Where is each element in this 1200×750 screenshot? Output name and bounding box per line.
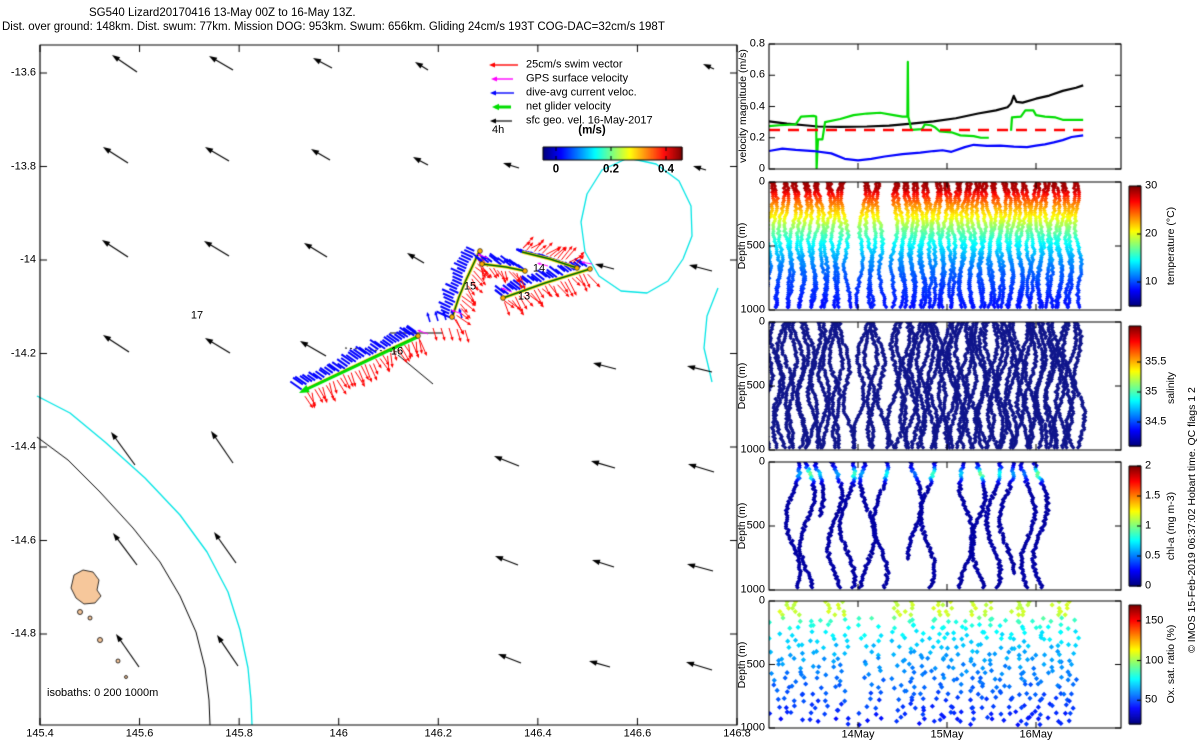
chl-colorbar-tick: 2 xyxy=(1145,459,1152,472)
chl-ytick-label: 500 xyxy=(746,519,765,532)
temperature-colorbar-tick: 10 xyxy=(1145,275,1158,288)
glider-mission-figure: SG540 Lizard20170416 13-May 00Z to 16-Ma… xyxy=(0,0,1200,750)
salinity-colorbar-tick: 34.5 xyxy=(1145,415,1167,428)
salinity-colorbar-tick: 35.5 xyxy=(1145,355,1167,368)
figure-canvas xyxy=(0,0,1200,750)
chl-ylabel: Depth (m) xyxy=(735,502,748,550)
dive-number-label: 16 xyxy=(390,345,404,358)
temperature-ylabel: Depth (m) xyxy=(735,222,748,270)
oxsat-colorbar-tick: 100 xyxy=(1145,654,1164,667)
temperature-colorbar-label: temperature (°C) xyxy=(1164,206,1177,286)
credit-vertical-text: © IMOS 15-Feb-2019 06:37:02 Hobart time.… xyxy=(1185,387,1198,653)
oxsat-colorbar-label: Ox. sat. ratio (%) xyxy=(1164,624,1177,704)
legend-entry-label: 25cm/s swim vector xyxy=(526,58,623,71)
dive-number-label: 13 xyxy=(517,290,531,303)
chl-colorbar-tick: 1.5 xyxy=(1145,489,1161,502)
figure-title: SG540 Lizard20170416 13-May 00Z to 16-Ma… xyxy=(89,7,356,19)
legend-duration-label: 4h xyxy=(492,124,505,136)
chl-colorbar-label: chl-a (mg m-3) xyxy=(1164,491,1177,561)
map-ytick-label: -14.8 xyxy=(10,627,36,640)
chl-colorbar-tick: 1 xyxy=(1145,519,1152,532)
temperature-ytick-label: 0 xyxy=(758,175,765,188)
legend-entry-label: GPS surface velocity xyxy=(526,72,629,85)
salinity-colorbar-tick: 35 xyxy=(1145,385,1158,398)
map-xtick-label: 146 xyxy=(329,727,348,740)
map-colorbar-tick-label: 0.2 xyxy=(603,163,619,176)
date-tick-label: 15May xyxy=(930,728,964,741)
map-ytick-label: -13.6 xyxy=(10,66,36,79)
isobaths-note: isobaths: 0 200 1000m xyxy=(47,687,159,699)
oxsat-ylabel: Depth (m) xyxy=(735,641,748,688)
map-ytick-label: -14.4 xyxy=(10,440,36,453)
temperature-colorbar-tick: 20 xyxy=(1145,227,1158,240)
map-ytick-label: -13.8 xyxy=(10,160,36,172)
map-colorbar-title: (m/s) xyxy=(578,124,606,137)
chl-colorbar-tick: 0 xyxy=(1145,579,1152,592)
map-xtick-label: 146.4 xyxy=(524,727,552,740)
legend-entry-label: sfc geo. vel. 16-May-2017 xyxy=(526,114,653,127)
map-xtick-label: 145.4 xyxy=(26,727,54,740)
dive-number-label: 15 xyxy=(463,280,477,293)
velocity-ytick-label: 0.4 xyxy=(749,100,765,112)
salinity-ytick-label: 500 xyxy=(746,379,765,392)
oxsat-colorbar-tick: 50 xyxy=(1145,693,1158,706)
velocity-ytick-label: 0 xyxy=(758,162,765,175)
velocity-ylabel: velocity magnitude (m/s) xyxy=(736,49,749,163)
date-tick-label: 14May xyxy=(841,728,875,741)
salinity-ytick-label: 1000 xyxy=(740,443,765,456)
velocity-ytick-label: 0.6 xyxy=(749,68,765,81)
map-xtick-label: 145.8 xyxy=(225,727,253,740)
map-xtick-label: 145.6 xyxy=(125,727,154,740)
map-colorbar-tick-label: 0.4 xyxy=(658,163,674,176)
chl-colorbar-tick: 0.5 xyxy=(1145,549,1161,562)
map-xtick-label: 146.2 xyxy=(424,727,453,740)
velocity-ytick-label: 0.2 xyxy=(749,131,765,144)
chl-ytick-label: 0 xyxy=(758,455,765,468)
oxsat-ytick-label: 1000 xyxy=(740,721,765,734)
oxsat-ytick-label: 0 xyxy=(758,594,765,607)
map-colorbar-tick-label: 0 xyxy=(552,163,560,176)
temperature-colorbar-tick: 30 xyxy=(1145,179,1158,192)
salinity-ytick-label: 0 xyxy=(758,315,765,328)
velocity-ytick-label: 0.8 xyxy=(749,37,765,50)
salinity-ylabel: Depth (m) xyxy=(735,362,748,410)
oxsat-colorbar-tick: 150 xyxy=(1145,614,1164,627)
legend-entry-label: dive-avg current veloc. xyxy=(526,86,637,99)
map-ytick-label: -14.2 xyxy=(10,347,36,359)
date-tick-label: 16May xyxy=(1019,728,1053,741)
oxsat-ytick-label: 500 xyxy=(746,658,765,670)
temperature-ytick-label: 1000 xyxy=(740,303,765,316)
temperature-ytick-label: 500 xyxy=(746,239,765,252)
dive-number-label: 14 xyxy=(532,262,546,275)
figure-subtitle: Dist. over ground: 148km. Dist. swum: 77… xyxy=(2,21,665,33)
salinity-colorbar-label: salinity xyxy=(1164,371,1177,405)
dive-number-label: 17 xyxy=(190,309,204,322)
map-xtick-label: 146.6 xyxy=(623,727,652,740)
map-ytick-label: -14.6 xyxy=(10,534,36,546)
legend-entry-label: net glider velocity xyxy=(526,100,611,113)
map-ytick-label: -14 xyxy=(20,253,36,266)
